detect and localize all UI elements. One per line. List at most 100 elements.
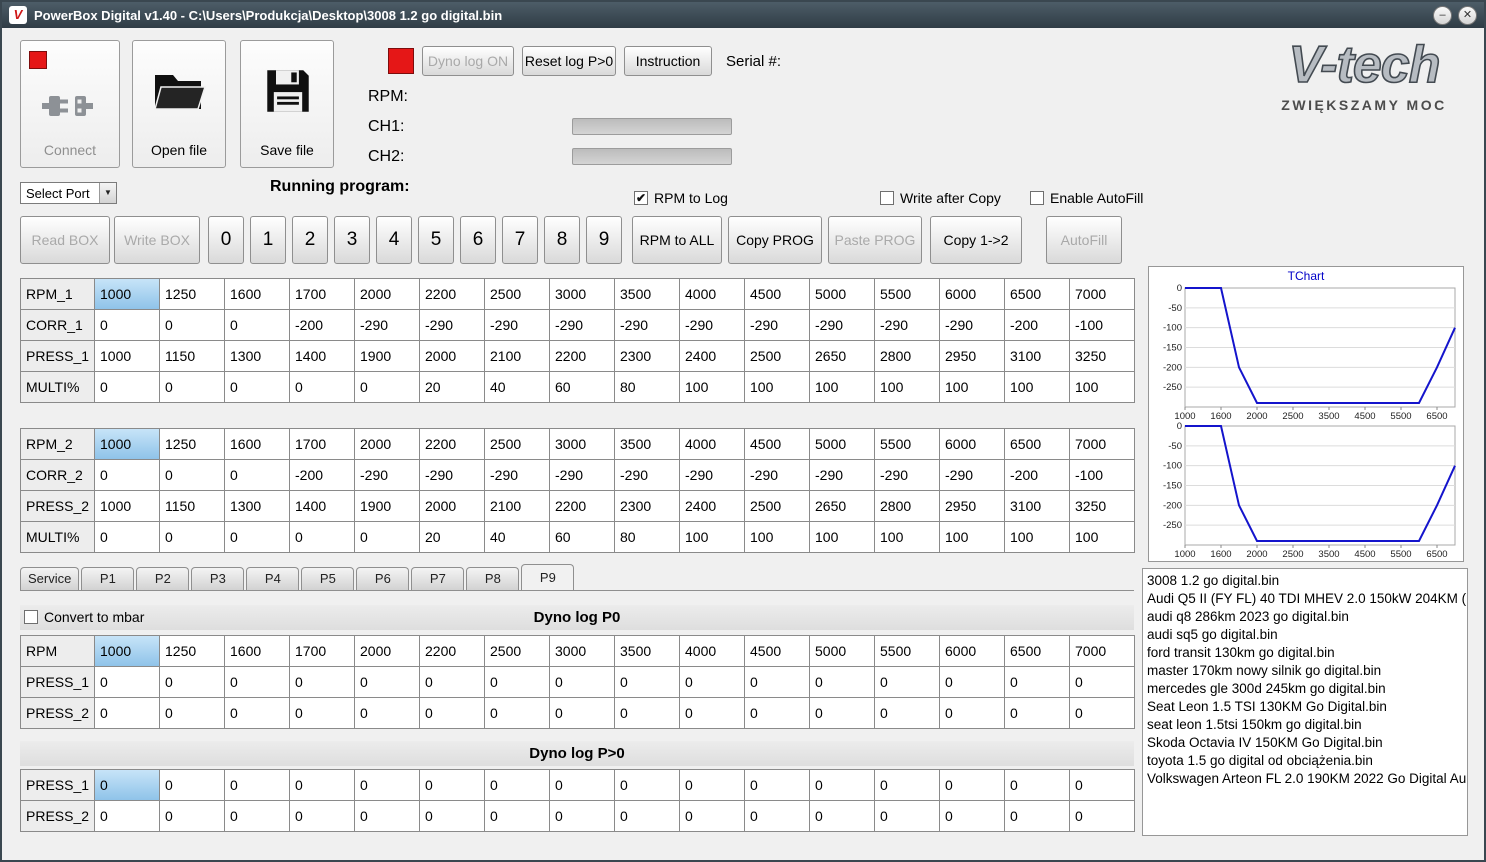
cell-press-1-14[interactable]: 3100 [1005, 341, 1070, 372]
cell-press-2-14[interactable]: 3100 [1005, 491, 1070, 522]
connect-button[interactable]: Connect [20, 40, 120, 168]
cell-press-1-15[interactable]: 0 [1070, 770, 1135, 801]
cell-multi--10[interactable]: 100 [745, 372, 810, 403]
program-button-8[interactable]: 8 [544, 216, 580, 264]
cell-press-1-9[interactable]: 0 [680, 770, 745, 801]
cell-press-1-4[interactable]: 1900 [355, 341, 420, 372]
cell-multi--7[interactable]: 60 [550, 372, 615, 403]
tab-p8[interactable]: P8 [466, 567, 520, 590]
open-file-button[interactable]: Open file [132, 40, 226, 168]
cell-press-1-13[interactable]: 2950 [940, 341, 1005, 372]
cell-press-1-12[interactable]: 2800 [875, 341, 940, 372]
file-list-item[interactable]: ford transit 130km go digital.bin [1143, 644, 1467, 662]
cell-press-2-7[interactable]: 2200 [550, 491, 615, 522]
cell-multi--9[interactable]: 100 [680, 372, 745, 403]
cell-press-2-9[interactable]: 2400 [680, 491, 745, 522]
program-button-0[interactable]: 0 [208, 216, 244, 264]
file-list-item[interactable]: audi q8 286km 2023 go digital.bin [1143, 608, 1467, 626]
file-list-item[interactable]: Skoda Octavia IV 150KM Go Digital.bin [1143, 734, 1467, 752]
file-list-item[interactable]: Seat Leon 1.5 TSI 130KM Go Digital.bin [1143, 698, 1467, 716]
cell-press-2-6[interactable]: 2100 [485, 491, 550, 522]
cell-multi--8[interactable]: 80 [615, 372, 680, 403]
cell-rpm-9[interactable]: 4000 [680, 636, 745, 667]
cell-rpm-1-10[interactable]: 4500 [745, 279, 810, 310]
cell-press-2-8[interactable]: 0 [615, 801, 680, 832]
cell-rpm-2-7[interactable]: 3000 [550, 429, 615, 460]
cell-press-1-11[interactable]: 2650 [810, 341, 875, 372]
cell-corr-2-15[interactable]: -100 [1070, 460, 1135, 491]
cell-press-1-6[interactable]: 0 [485, 667, 550, 698]
cell-corr-2-13[interactable]: -290 [940, 460, 1005, 491]
cell-rpm-1-11[interactable]: 5000 [810, 279, 875, 310]
cell-press-2-6[interactable]: 0 [485, 698, 550, 729]
cell-multi--4[interactable]: 0 [355, 522, 420, 553]
cell-corr-2-6[interactable]: -290 [485, 460, 550, 491]
cell-press-2-1[interactable]: 0 [160, 801, 225, 832]
cell-corr-1-10[interactable]: -290 [745, 310, 810, 341]
cell-multi--0[interactable]: 0 [95, 522, 160, 553]
cell-corr-1-8[interactable]: -290 [615, 310, 680, 341]
cell-press-1-0[interactable]: 1000 [95, 341, 160, 372]
cell-multi--2[interactable]: 0 [225, 372, 290, 403]
autofill-button[interactable]: AutoFill [1046, 216, 1122, 264]
tab-p5[interactable]: P5 [301, 567, 355, 590]
file-list-item[interactable]: seat leon 1.5tsi 150km go digital.bin [1143, 716, 1467, 734]
cell-corr-1-13[interactable]: -290 [940, 310, 1005, 341]
cell-press-1-9[interactable]: 0 [680, 667, 745, 698]
tab-p4[interactable]: P4 [246, 567, 300, 590]
cell-press-2-0[interactable]: 0 [95, 698, 160, 729]
cell-corr-2-2[interactable]: 0 [225, 460, 290, 491]
cell-press-1-2[interactable]: 1300 [225, 341, 290, 372]
cell-press-2-9[interactable]: 0 [680, 801, 745, 832]
cell-press-2-8[interactable]: 0 [615, 698, 680, 729]
cell-rpm-1-14[interactable]: 6500 [1005, 279, 1070, 310]
cell-multi--11[interactable]: 100 [810, 372, 875, 403]
cell-corr-2-9[interactable]: -290 [680, 460, 745, 491]
cell-corr-2-11[interactable]: -290 [810, 460, 875, 491]
cell-press-1-13[interactable]: 0 [940, 667, 1005, 698]
cell-press-1-1[interactable]: 0 [160, 667, 225, 698]
cell-rpm-1-8[interactable]: 3500 [615, 279, 680, 310]
cell-press-1-3[interactable]: 1400 [290, 341, 355, 372]
cell-press-2-2[interactable]: 1300 [225, 491, 290, 522]
cell-rpm-2-1[interactable]: 1250 [160, 429, 225, 460]
cell-press-1-7[interactable]: 2200 [550, 341, 615, 372]
cell-press-1-11[interactable]: 0 [810, 667, 875, 698]
cell-corr-1-7[interactable]: -290 [550, 310, 615, 341]
cell-press-1-14[interactable]: 0 [1005, 667, 1070, 698]
cell-rpm-1[interactable]: 1250 [160, 636, 225, 667]
cell-press-2-1[interactable]: 0 [160, 698, 225, 729]
cell-press-2-6[interactable]: 0 [485, 801, 550, 832]
cell-press-1-15[interactable]: 3250 [1070, 341, 1135, 372]
cell-corr-2-7[interactable]: -290 [550, 460, 615, 491]
cell-corr-1-4[interactable]: -290 [355, 310, 420, 341]
cell-press-2-15[interactable]: 0 [1070, 698, 1135, 729]
program-button-9[interactable]: 9 [586, 216, 622, 264]
file-list-item[interactable]: master 170km nowy silnik go digital.bin [1143, 662, 1467, 680]
cell-multi--12[interactable]: 100 [875, 372, 940, 403]
cell-press-2-12[interactable]: 2800 [875, 491, 940, 522]
cell-multi--2[interactable]: 0 [225, 522, 290, 553]
tab-p7[interactable]: P7 [411, 567, 465, 590]
tab-p9[interactable]: P9 [521, 564, 575, 590]
write-box-button[interactable]: Write BOX [114, 216, 200, 264]
cell-press-2-2[interactable]: 0 [225, 801, 290, 832]
cell-multi--4[interactable]: 0 [355, 372, 420, 403]
close-button[interactable]: ✕ [1458, 5, 1477, 25]
cell-press-1-4[interactable]: 0 [355, 770, 420, 801]
rpm-to-all-button[interactable]: RPM to ALL [632, 216, 722, 264]
file-list-item[interactable]: 3008 1.2 go digital.bin [1143, 572, 1467, 590]
cell-multi--7[interactable]: 60 [550, 522, 615, 553]
cell-press-1-3[interactable]: 0 [290, 667, 355, 698]
cell-press-1-0[interactable]: 0 [95, 770, 160, 801]
cell-rpm-1-0[interactable]: 1000 [95, 279, 160, 310]
cell-press-2-10[interactable]: 0 [745, 698, 810, 729]
cell-press-1-8[interactable]: 2300 [615, 341, 680, 372]
file-list-item[interactable]: mercedes gle 300d 245km go digital.bin [1143, 680, 1467, 698]
cell-corr-2-5[interactable]: -290 [420, 460, 485, 491]
cell-press-1-6[interactable]: 2100 [485, 341, 550, 372]
cell-corr-1-1[interactable]: 0 [160, 310, 225, 341]
cell-press-1-9[interactable]: 2400 [680, 341, 745, 372]
cell-rpm-1-13[interactable]: 6000 [940, 279, 1005, 310]
cell-corr-2-12[interactable]: -290 [875, 460, 940, 491]
